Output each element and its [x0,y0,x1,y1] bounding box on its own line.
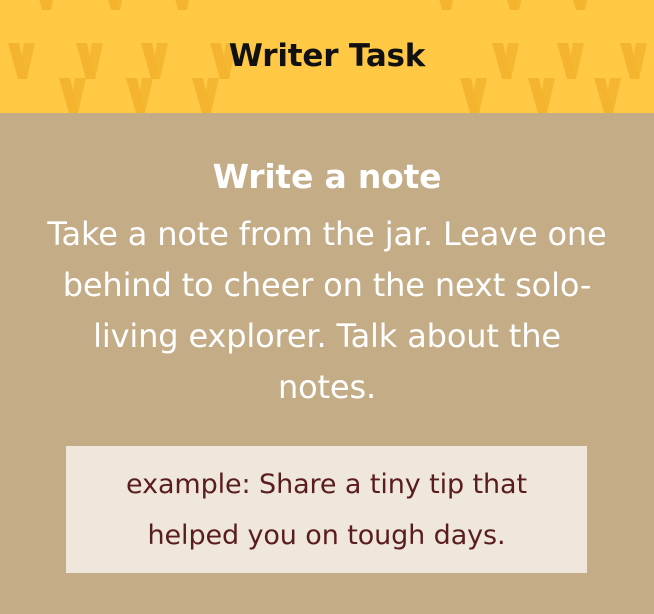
writer-task-card: Writer Task Write a note Take a note fro… [0,0,654,614]
header-title: Writer Task [228,38,426,74]
task-description: Take a note from the jar. Leave one behi… [47,215,607,406]
example-text: example: Share a tiny tip that helped yo… [126,468,527,551]
example-box: example: Share a tiny tip that helped yo… [66,446,587,573]
task-content: Write a note Take a note from the jar. L… [0,113,654,614]
task-header: Writer Task [0,0,654,113]
task-title: Write a note [212,157,442,196]
